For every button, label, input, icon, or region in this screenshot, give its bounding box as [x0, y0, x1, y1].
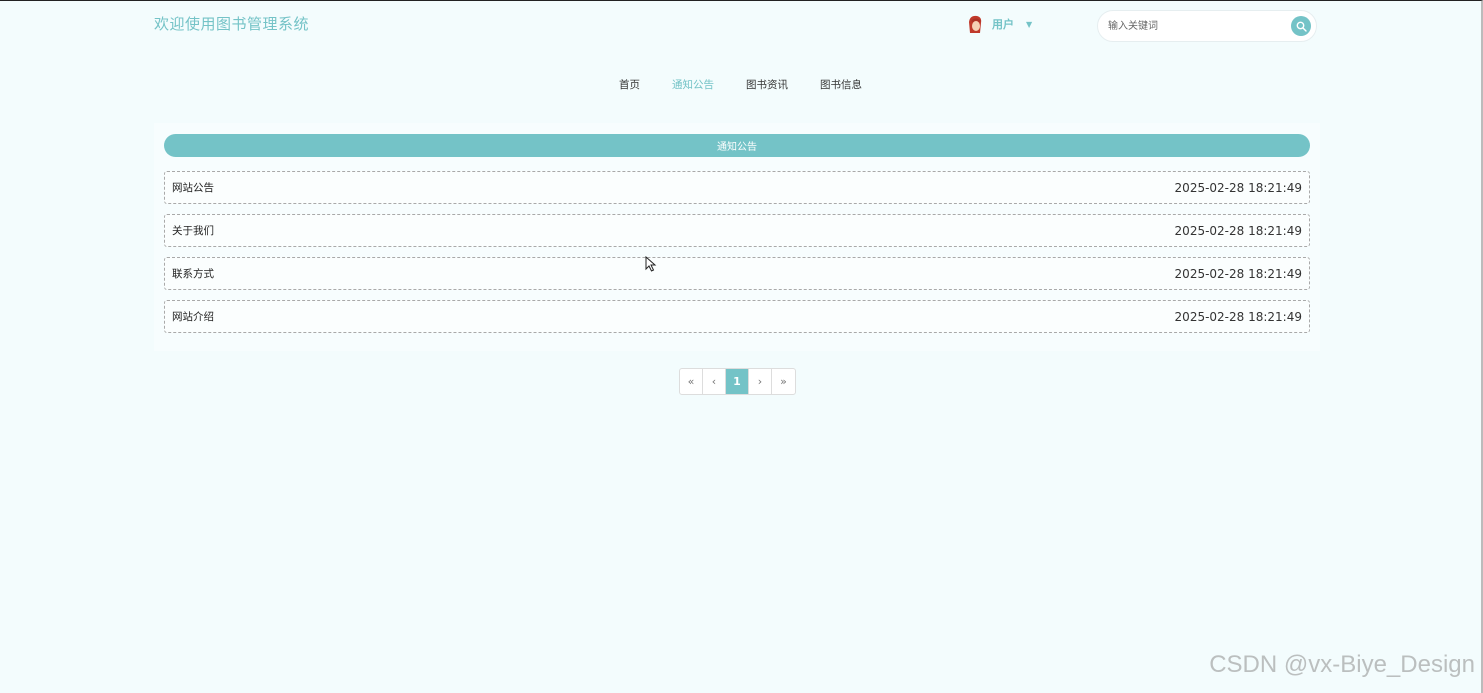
notice-time: 2025-02-28 18:21:49	[1174, 309, 1302, 324]
notice-panel-header: 通知公告	[164, 134, 1310, 157]
notice-time: 2025-02-28 18:21:49	[1174, 180, 1302, 195]
notice-title: 网站公告	[172, 182, 214, 194]
next-page-button[interactable]: ›	[749, 369, 772, 394]
prev-page-button[interactable]: ‹	[703, 369, 726, 394]
user-menu[interactable]: 用户 ▼	[964, 13, 1032, 35]
search-box	[1097, 10, 1317, 42]
notice-time: 2025-02-28 18:21:49	[1174, 266, 1302, 281]
nav-item-notices[interactable]: 通知公告	[656, 77, 730, 92]
site-title: 欢迎使用图书管理系统	[154, 15, 310, 33]
notice-title: 关于我们	[172, 225, 214, 237]
list-item[interactable]: 联系方式 2025-02-28 18:21:49	[164, 257, 1310, 290]
nav-item-book-news[interactable]: 图书资讯	[730, 77, 804, 92]
search-input[interactable]	[1098, 13, 1278, 39]
main-nav: 首页 通知公告 图书资讯 图书信息	[0, 77, 1481, 92]
notice-title: 联系方式	[172, 268, 214, 280]
first-page-button[interactable]: «	[680, 369, 703, 394]
user-label: 用户	[992, 18, 1014, 31]
search-icon	[1296, 21, 1307, 32]
notice-panel: 通知公告 网站公告 2025-02-28 18:21:49 关于我们 2025-…	[154, 123, 1320, 351]
nav-item-home[interactable]: 首页	[603, 77, 656, 92]
mouse-cursor-icon	[645, 256, 657, 272]
search-button[interactable]	[1291, 16, 1311, 36]
last-page-button[interactable]: »	[772, 369, 795, 394]
pagination: « ‹ 1 › »	[679, 368, 796, 395]
avatar	[969, 15, 982, 33]
nav-item-book-info[interactable]: 图书信息	[804, 77, 878, 92]
watermark: CSDN @vx-Biye_Design	[1209, 651, 1475, 678]
notice-time: 2025-02-28 18:21:49	[1174, 223, 1302, 238]
list-item[interactable]: 关于我们 2025-02-28 18:21:49	[164, 214, 1310, 247]
list-item[interactable]: 网站公告 2025-02-28 18:21:49	[164, 171, 1310, 204]
page-number-button[interactable]: 1	[726, 369, 749, 394]
list-item[interactable]: 网站介绍 2025-02-28 18:21:49	[164, 300, 1310, 333]
notice-title: 网站介绍	[172, 311, 214, 323]
chevron-down-icon: ▼	[1026, 19, 1033, 29]
